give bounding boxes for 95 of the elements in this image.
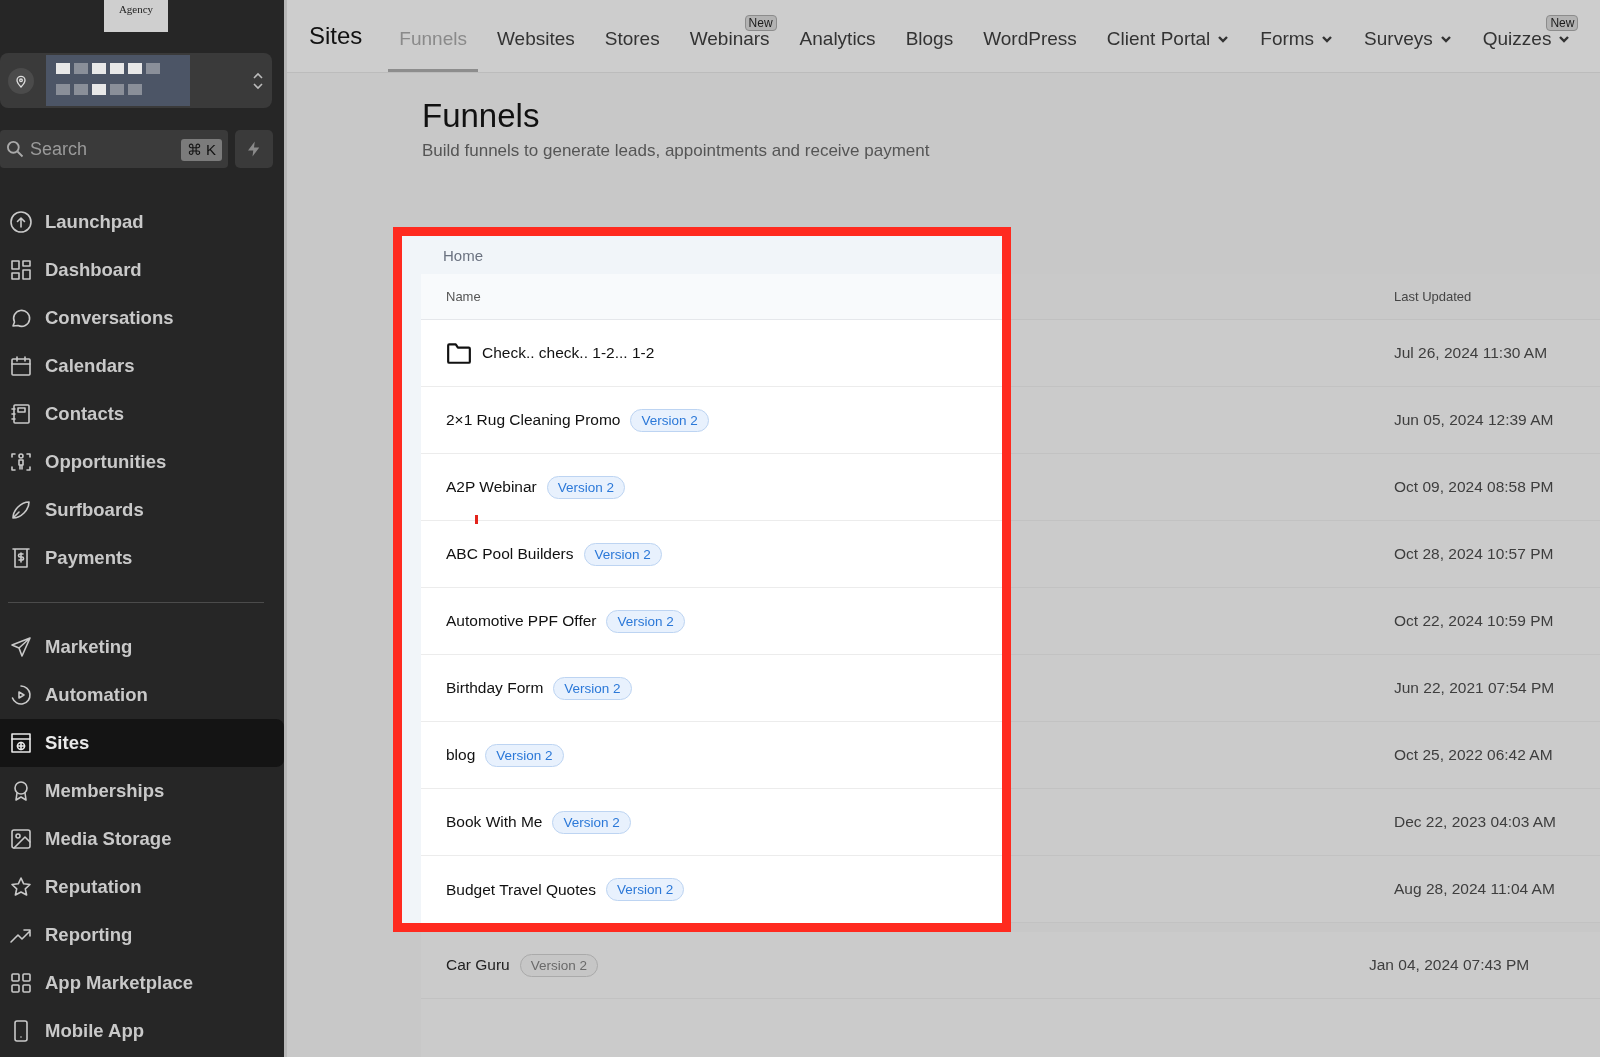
date-cell: Jun 05, 2024 12:39 AM bbox=[1394, 411, 1554, 429]
table-row[interactable]: Car Guru Version 2 Jan 04, 2024 07:43 PM bbox=[421, 932, 1600, 999]
funnel-name[interactable]: Check.. check.. 1-2... 1-2 bbox=[482, 344, 655, 362]
version-badge: Version 2 bbox=[583, 542, 662, 566]
version-badge: Version 2 bbox=[546, 475, 626, 499]
image-icon bbox=[9, 827, 33, 851]
table-row[interactable]: Book With Me Version 2 bbox=[421, 789, 1002, 856]
funnel-name[interactable]: Birthday Form bbox=[446, 679, 544, 697]
nav-tab[interactable]: Blogs bbox=[894, 0, 965, 72]
new-badge: New bbox=[744, 15, 777, 31]
breadcrumb[interactable]: Home bbox=[443, 246, 483, 264]
nav-tab[interactable]: Client Portal bbox=[1095, 0, 1242, 72]
column-header: Name bbox=[446, 289, 481, 304]
date-cell: Dec 22, 2023 04:03 AM bbox=[1394, 813, 1556, 831]
version-badge: Version 2 bbox=[552, 810, 631, 834]
shortcut-hint: ⌘ K bbox=[180, 139, 222, 161]
sidebar-item[interactable]: Opportunities bbox=[0, 438, 284, 486]
paper-plane-icon bbox=[9, 635, 33, 659]
table-row[interactable]: blog Version 2 bbox=[421, 722, 1002, 789]
agency-logo[interactable]: Agency bbox=[104, 0, 168, 32]
sidebar-item[interactable]: Conversations bbox=[0, 294, 284, 342]
sidebar-item[interactable]: Surfboards bbox=[0, 486, 284, 534]
sidebar-item[interactable]: Automation bbox=[0, 671, 284, 719]
funnel-name[interactable]: 2×1 Rug Cleaning Promo bbox=[446, 411, 621, 429]
calendar-icon bbox=[9, 354, 33, 378]
contact-book-icon bbox=[9, 402, 33, 426]
sidebar-item[interactable]: Sites bbox=[0, 719, 284, 767]
date-cell: Oct 25, 2022 06:42 AM bbox=[1394, 746, 1553, 764]
version-badge: Version 2 bbox=[630, 408, 709, 432]
table-row[interactable]: Birthday Form Version 2 bbox=[421, 655, 1002, 722]
grid-icon bbox=[9, 258, 33, 282]
table-row[interactable]: ABC Pool Builders Version 2 bbox=[421, 521, 1002, 588]
sidebar-item[interactable]: App Marketplace bbox=[0, 959, 284, 1007]
nav-tab[interactable]: Webinars New bbox=[678, 0, 781, 72]
funnel-name[interactable]: Car Guru bbox=[446, 956, 510, 974]
receipt-dollar-icon bbox=[9, 546, 33, 570]
nav-tab[interactable]: Websites bbox=[485, 0, 586, 72]
sidebar-item[interactable]: Payments bbox=[0, 534, 284, 582]
sidebar-item[interactable]: Mobile App bbox=[0, 1007, 284, 1055]
nav-tab[interactable]: Stores bbox=[593, 0, 671, 72]
table-row[interactable]: Check.. check.. 1-2... 1-2 bbox=[421, 320, 1002, 387]
table-row[interactable]: Automotive PPF Offer Version 2 bbox=[421, 588, 1002, 655]
date-cell: Oct 22, 2024 10:59 PM bbox=[1394, 612, 1554, 630]
star-icon bbox=[9, 875, 33, 899]
new-badge: New bbox=[1546, 15, 1579, 31]
table-row[interactable]: A2P Webinar Version 2 bbox=[421, 454, 1002, 521]
sidebar-item[interactable]: Marketing bbox=[0, 623, 284, 671]
sidebar-item[interactable]: Reputation bbox=[0, 863, 284, 911]
sidebar-item[interactable]: Contacts bbox=[0, 390, 284, 438]
nav-tab[interactable]: Surveys bbox=[1353, 0, 1464, 72]
version-badge: Version 2 bbox=[519, 953, 599, 977]
account-switcher[interactable] bbox=[0, 53, 272, 108]
play-circle-icon bbox=[9, 683, 33, 707]
date-cell: Jul 26, 2024 11:30 AM bbox=[1394, 344, 1548, 362]
version-badge: Version 2 bbox=[606, 609, 685, 633]
browser-globe-icon bbox=[9, 731, 33, 755]
funnel-name[interactable]: Automotive PPF Offer bbox=[446, 612, 597, 630]
folder-icon bbox=[446, 341, 472, 365]
page-subtitle: Build funnels to generate leads, appointments and receive payment bbox=[422, 141, 931, 161]
sidebar-item[interactable]: Calendars bbox=[0, 342, 284, 390]
chevron-up-down-icon bbox=[252, 70, 264, 91]
sidebar-item[interactable]: Dashboard bbox=[0, 246, 284, 294]
funnel-name[interactable]: A2P Webinar bbox=[446, 478, 537, 496]
date-cell: Oct 28, 2024 10:57 PM bbox=[1394, 545, 1554, 563]
nav-tab[interactable]: Forms bbox=[1249, 0, 1346, 72]
sidebar-item[interactable]: Launchpad bbox=[0, 198, 284, 246]
funnel-name[interactable]: blog bbox=[446, 746, 476, 764]
sidebar-item[interactable]: Media Storage bbox=[0, 815, 284, 863]
search-icon bbox=[5, 139, 25, 159]
funnel-name[interactable]: Budget Travel Quotes bbox=[446, 880, 596, 899]
quick-action-button[interactable] bbox=[235, 130, 273, 168]
grid-icon bbox=[9, 971, 33, 995]
date-cell: Aug 28, 2024 11:04 AM bbox=[1394, 880, 1555, 898]
column-header: Last Updated bbox=[1394, 289, 1472, 304]
date-cell: Jun 22, 2021 07:54 PM bbox=[1394, 679, 1555, 697]
funnel-name[interactable]: ABC Pool Builders bbox=[446, 545, 574, 563]
section-title: Sites bbox=[309, 22, 363, 50]
sidebar-item[interactable]: Reporting bbox=[0, 911, 284, 959]
table-row[interactable]: Budget Travel Quotes Version 2 bbox=[421, 856, 1002, 923]
date-cell: Oct 09, 2024 08:58 PM bbox=[1394, 478, 1554, 496]
version-badge: Version 2 bbox=[553, 676, 632, 700]
version-badge: Version 2 bbox=[485, 743, 564, 767]
date-cell-text: Jan 04, 2024 07:43 PM bbox=[1369, 956, 1531, 974]
nav-tab[interactable]: Analytics bbox=[788, 0, 887, 72]
funnel-name[interactable]: Book With Me bbox=[446, 813, 543, 831]
sidebar-item[interactable]: Memberships bbox=[0, 767, 284, 815]
nav-tab[interactable]: Quizzes New bbox=[1471, 0, 1583, 72]
annotation-mark bbox=[475, 515, 478, 524]
nav-tab[interactable]: WordPress bbox=[972, 0, 1088, 72]
location-pin-icon bbox=[8, 67, 34, 94]
surfboard-icon bbox=[9, 498, 33, 522]
version-badge: Version 2 bbox=[605, 878, 685, 901]
table-row[interactable]: 2×1 Rug Cleaning Promo Version 2 bbox=[421, 387, 1002, 454]
page-title: Funnels bbox=[422, 97, 541, 135]
people-arrows-icon bbox=[9, 450, 33, 474]
